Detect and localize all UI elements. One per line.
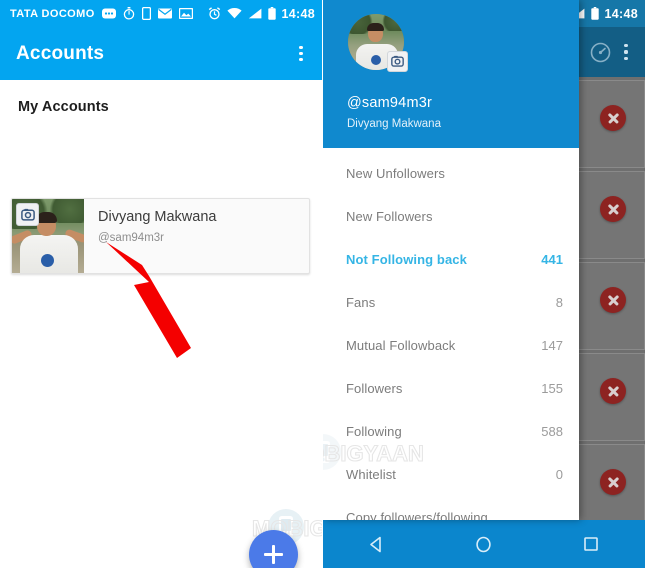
overflow-menu-button[interactable] [617,41,635,63]
account-handle: @sam94m3r [98,231,164,244]
drawer-item-following[interactable]: Following 588 [323,410,579,453]
drawer-item-mutual-followback[interactable]: Mutual Followback 147 [323,324,579,367]
account-card[interactable]: Divyang Makwana @sam94m3r [11,198,310,274]
signal-icon [248,8,262,19]
overflow-menu-button[interactable] [292,43,310,65]
alarm-icon [208,7,221,20]
section-title: My Accounts [18,99,109,115]
drawer-item-count: 155 [541,381,563,396]
instagram-icon [387,51,408,72]
back-button[interactable] [349,520,405,568]
drawer-item-label: Fans [346,295,376,310]
recents-button[interactable] [563,520,619,568]
drawer-item-count: 0 [555,467,563,482]
clock-label: 14:48 [281,6,315,21]
app-bar: Accounts [0,27,322,80]
remove-icon[interactable] [600,196,626,222]
status-bar: TATA DOCOMO 14:48 [0,0,322,27]
home-button[interactable] [456,520,512,568]
remove-icon[interactable] [600,378,626,404]
speedometer-icon[interactable] [583,35,617,69]
drawer-item-new-followers[interactable]: New Followers [323,195,579,238]
drawer-item-label: Whitelist [346,467,397,482]
stopwatch-icon [123,7,135,20]
android-nav-bar [323,520,645,568]
drawer-item-fans[interactable]: Fans 8 [323,281,579,324]
drawer-item-new-unfollowers[interactable]: New Unfollowers [323,152,579,195]
battery-icon [590,7,599,20]
screenshot-icon [178,8,193,19]
drawer-item-label: Followers [346,381,403,396]
navigation-drawer: @sam94m3r Divyang Makwana New Unfollower… [323,0,579,520]
email-icon [157,8,172,19]
drawer-item-label: Not Following back [346,252,467,267]
status-bar-right-icons: 14:48 [208,7,315,21]
drawer-header[interactable]: @sam94m3r Divyang Makwana [323,0,579,148]
sms-icon [101,8,116,19]
drawer-item-count: 8 [555,295,563,310]
panel-divider [322,0,323,568]
left-phone-panel: TATA DOCOMO 14:48 Accounts My Accounts D… [0,0,322,568]
remove-icon[interactable] [600,105,626,131]
drawer-item-label: Mutual Followback [346,338,456,353]
battery-icon [267,7,276,20]
add-account-fab[interactable] [249,530,298,568]
drawer-menu-list: New Unfollowers New Followers Not Follow… [323,148,579,520]
drawer-item-whitelist[interactable]: Whitelist 0 [323,453,579,496]
account-meta: Divyang Makwana @sam94m3r [84,199,309,273]
drawer-account-handle: @sam94m3r [347,95,433,111]
drawer-item-not-following-back[interactable]: Not Following back 441 [323,238,579,281]
account-name: Divyang Makwana [98,209,217,225]
drawer-item-count: 147 [541,338,563,353]
remove-icon[interactable] [600,469,626,495]
sim-card-icon [141,7,151,20]
drawer-item-label: Copy followers/following [346,510,488,520]
drawer-item-count: 441 [541,252,563,267]
drawer-item-label: New Unfollowers [346,166,446,181]
right-phone-panel: TATA DOCOMO [323,0,645,568]
screenshot-stage: TATA DOCOMO 14:48 Accounts My Accounts D… [0,0,645,568]
instagram-icon [16,203,39,226]
carrier-label: TATA DOCOMO [10,7,95,20]
drawer-item-count: 588 [541,424,563,439]
account-photo [12,199,84,273]
left-content-area: My Accounts Divyang Makwana @sam94m3r MO… [0,80,322,568]
drawer-item-label: New Followers [346,209,433,224]
drawer-account-name: Divyang Makwana [347,118,441,130]
wifi-icon [226,8,242,19]
page-title: Accounts [16,42,105,64]
drawer-item-copy-followers-following[interactable]: Copy followers/following [323,496,579,520]
status-bar-icons [101,7,193,20]
drawer-item-label: Following [346,424,402,439]
drawer-item-followers[interactable]: Followers 155 [323,367,579,410]
clock-label: 14:48 [604,6,638,21]
remove-icon[interactable] [600,287,626,313]
